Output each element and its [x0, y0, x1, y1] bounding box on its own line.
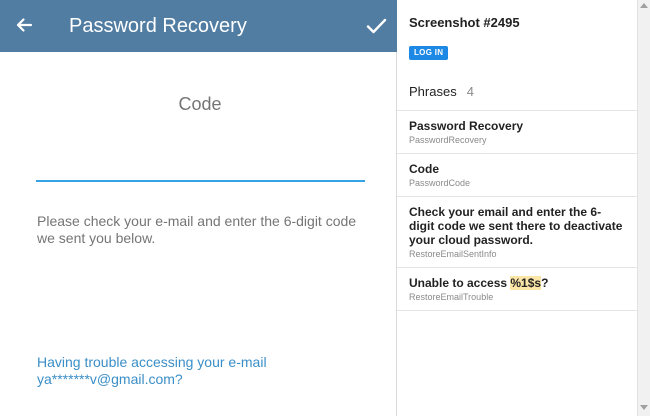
phrase-key: RestoreEmailTrouble: [409, 292, 494, 302]
translation-panel: Screenshot #2495 LOG IN Phrases 4 Passwor…: [397, 0, 637, 416]
phrase-text: Password Recovery: [409, 119, 524, 133]
trouble-link[interactable]: Having trouble accessing your e-mail ya*…: [37, 354, 367, 388]
screenshot-title: Screenshot #2495: [409, 15, 520, 30]
phrase-item[interactable]: Code PasswordCode: [397, 153, 637, 196]
phrase-key: PasswordRecovery: [409, 135, 487, 145]
phrase-text-prefix: Unable to access: [409, 276, 511, 290]
phrase-item[interactable]: Check your email and enter the 6-digit c…: [397, 196, 637, 267]
phrases-header: Phrases 4: [409, 84, 474, 99]
app-bar: Password Recovery: [0, 0, 397, 52]
code-label: Code: [178, 94, 222, 114]
code-input[interactable]: [36, 150, 365, 182]
phrases-label: Phrases: [409, 84, 457, 99]
checkmark-icon[interactable]: [364, 14, 388, 38]
phrase-key: RestoreEmailSentInfo: [409, 249, 497, 259]
scroll-up-arrow-icon[interactable]: [640, 3, 648, 8]
placeholder-highlight: %1$s: [510, 276, 542, 290]
phone-screen: Password Recovery Code Please check your…: [0, 0, 397, 416]
phrase-item[interactable]: Password Recovery PasswordRecovery: [397, 110, 637, 153]
phrase-list: Password Recovery PasswordRecovery Code …: [397, 110, 637, 311]
info-text: Please check your e-mail and enter the 6…: [37, 213, 357, 246]
scroll-down-arrow-icon[interactable]: [640, 405, 648, 410]
phrase-text: Unable to access %1$s?: [409, 276, 625, 290]
phrase-key: PasswordCode: [409, 178, 471, 188]
phrase-text: Code: [409, 162, 439, 176]
scrollbar[interactable]: [637, 0, 650, 416]
phrase-text: Check your email and enter the 6-digit c…: [409, 205, 623, 247]
login-button[interactable]: LOG IN: [409, 46, 449, 60]
back-arrow-icon[interactable]: [14, 15, 34, 35]
screen-title: Password Recovery: [69, 15, 247, 37]
phrases-count: 4: [466, 84, 474, 99]
phrase-item[interactable]: Unable to access %1$s? RestoreEmailTroub…: [397, 267, 637, 311]
phrase-text-suffix: ?: [541, 276, 549, 290]
